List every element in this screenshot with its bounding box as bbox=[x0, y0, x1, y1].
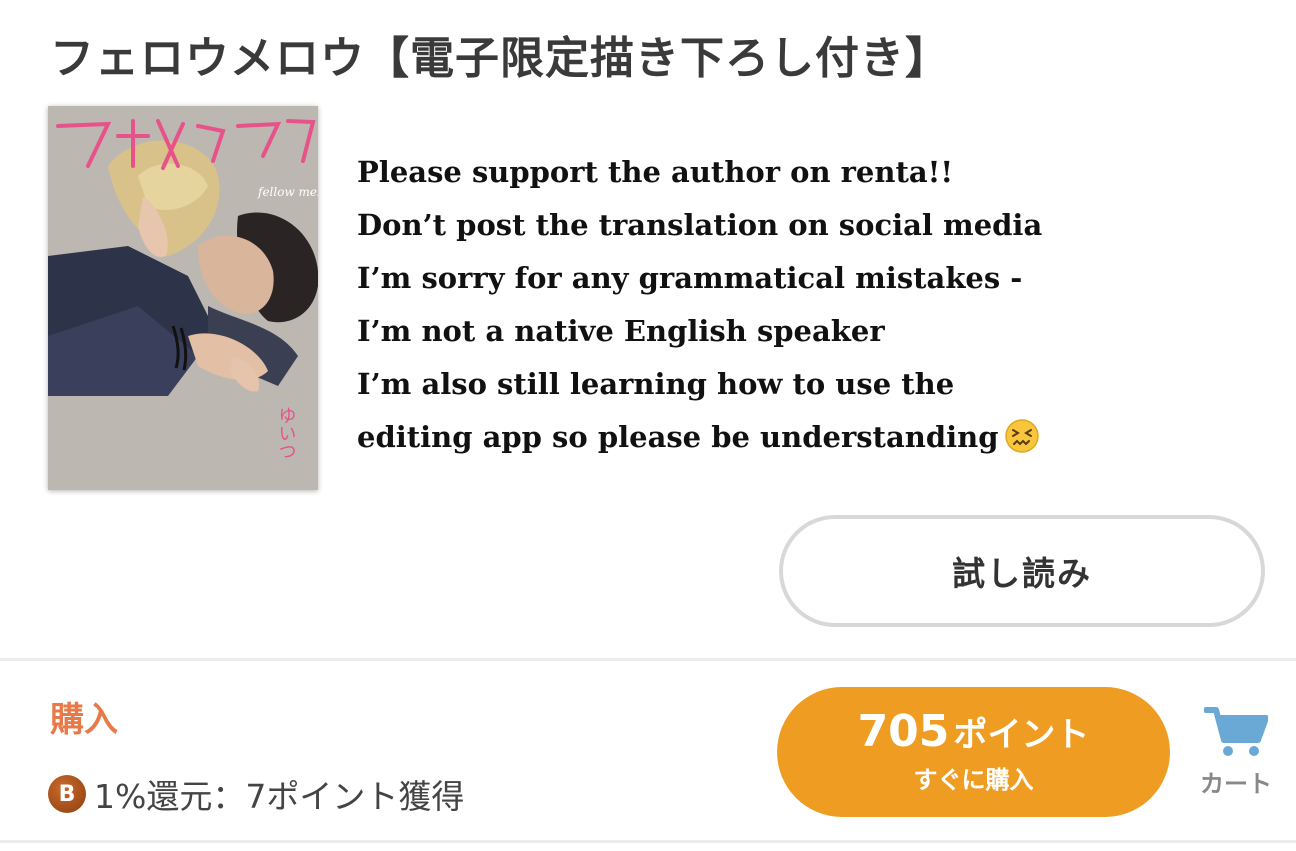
note-line-last: editing app so please be understanding bbox=[357, 411, 1257, 464]
translator-note: Please support the author on renta!! Don… bbox=[357, 146, 1257, 464]
cover-subtitle: fellow mellow bbox=[257, 185, 318, 199]
confounded-face-icon bbox=[1005, 419, 1040, 453]
cart-button[interactable]: カート bbox=[1196, 706, 1276, 806]
note-line: I’m sorry for any grammatical mistakes - bbox=[357, 261, 1023, 295]
bottom-divider bbox=[0, 840, 1296, 843]
cart-icon bbox=[1204, 707, 1268, 756]
cart-label: カート bbox=[1200, 770, 1272, 798]
buy-price: 705 ポイント bbox=[857, 705, 1090, 757]
book-cover-image[interactable]: fellow mellow ゆいつ bbox=[48, 106, 318, 490]
points-reward-text: 1%還元：7ポイント獲得 bbox=[94, 777, 465, 816]
note-line: I’m not a native English speaker bbox=[357, 314, 885, 348]
bonus-points-icon: B bbox=[48, 775, 86, 813]
purchase-heading: 購入 bbox=[50, 700, 118, 740]
trial-read-button[interactable]: 試し読み bbox=[779, 515, 1265, 627]
note-line: Please support the author on renta!! bbox=[357, 155, 954, 189]
note-line: Don’t post the translation on social med… bbox=[357, 208, 1043, 242]
buy-price-value: 705 bbox=[857, 705, 950, 757]
points-reward: B 1%還元：7ポイント獲得 bbox=[48, 770, 464, 818]
note-line: I’m also still learning how to use the bbox=[357, 367, 955, 401]
cover-author: ゆいつ bbox=[276, 406, 297, 460]
buy-now-button[interactable]: 705 ポイント すぐに購入 bbox=[777, 687, 1170, 817]
buy-now-label: すぐに購入 bbox=[913, 765, 1034, 794]
buy-price-unit: ポイント bbox=[953, 714, 1090, 755]
page-title: フェロウメロウ【電子限定描き下ろし付き】 bbox=[50, 33, 950, 84]
section-divider bbox=[0, 658, 1296, 661]
cover-illustration: fellow mellow ゆいつ bbox=[48, 106, 318, 490]
note-line-text: editing app so please be understanding bbox=[357, 420, 999, 454]
